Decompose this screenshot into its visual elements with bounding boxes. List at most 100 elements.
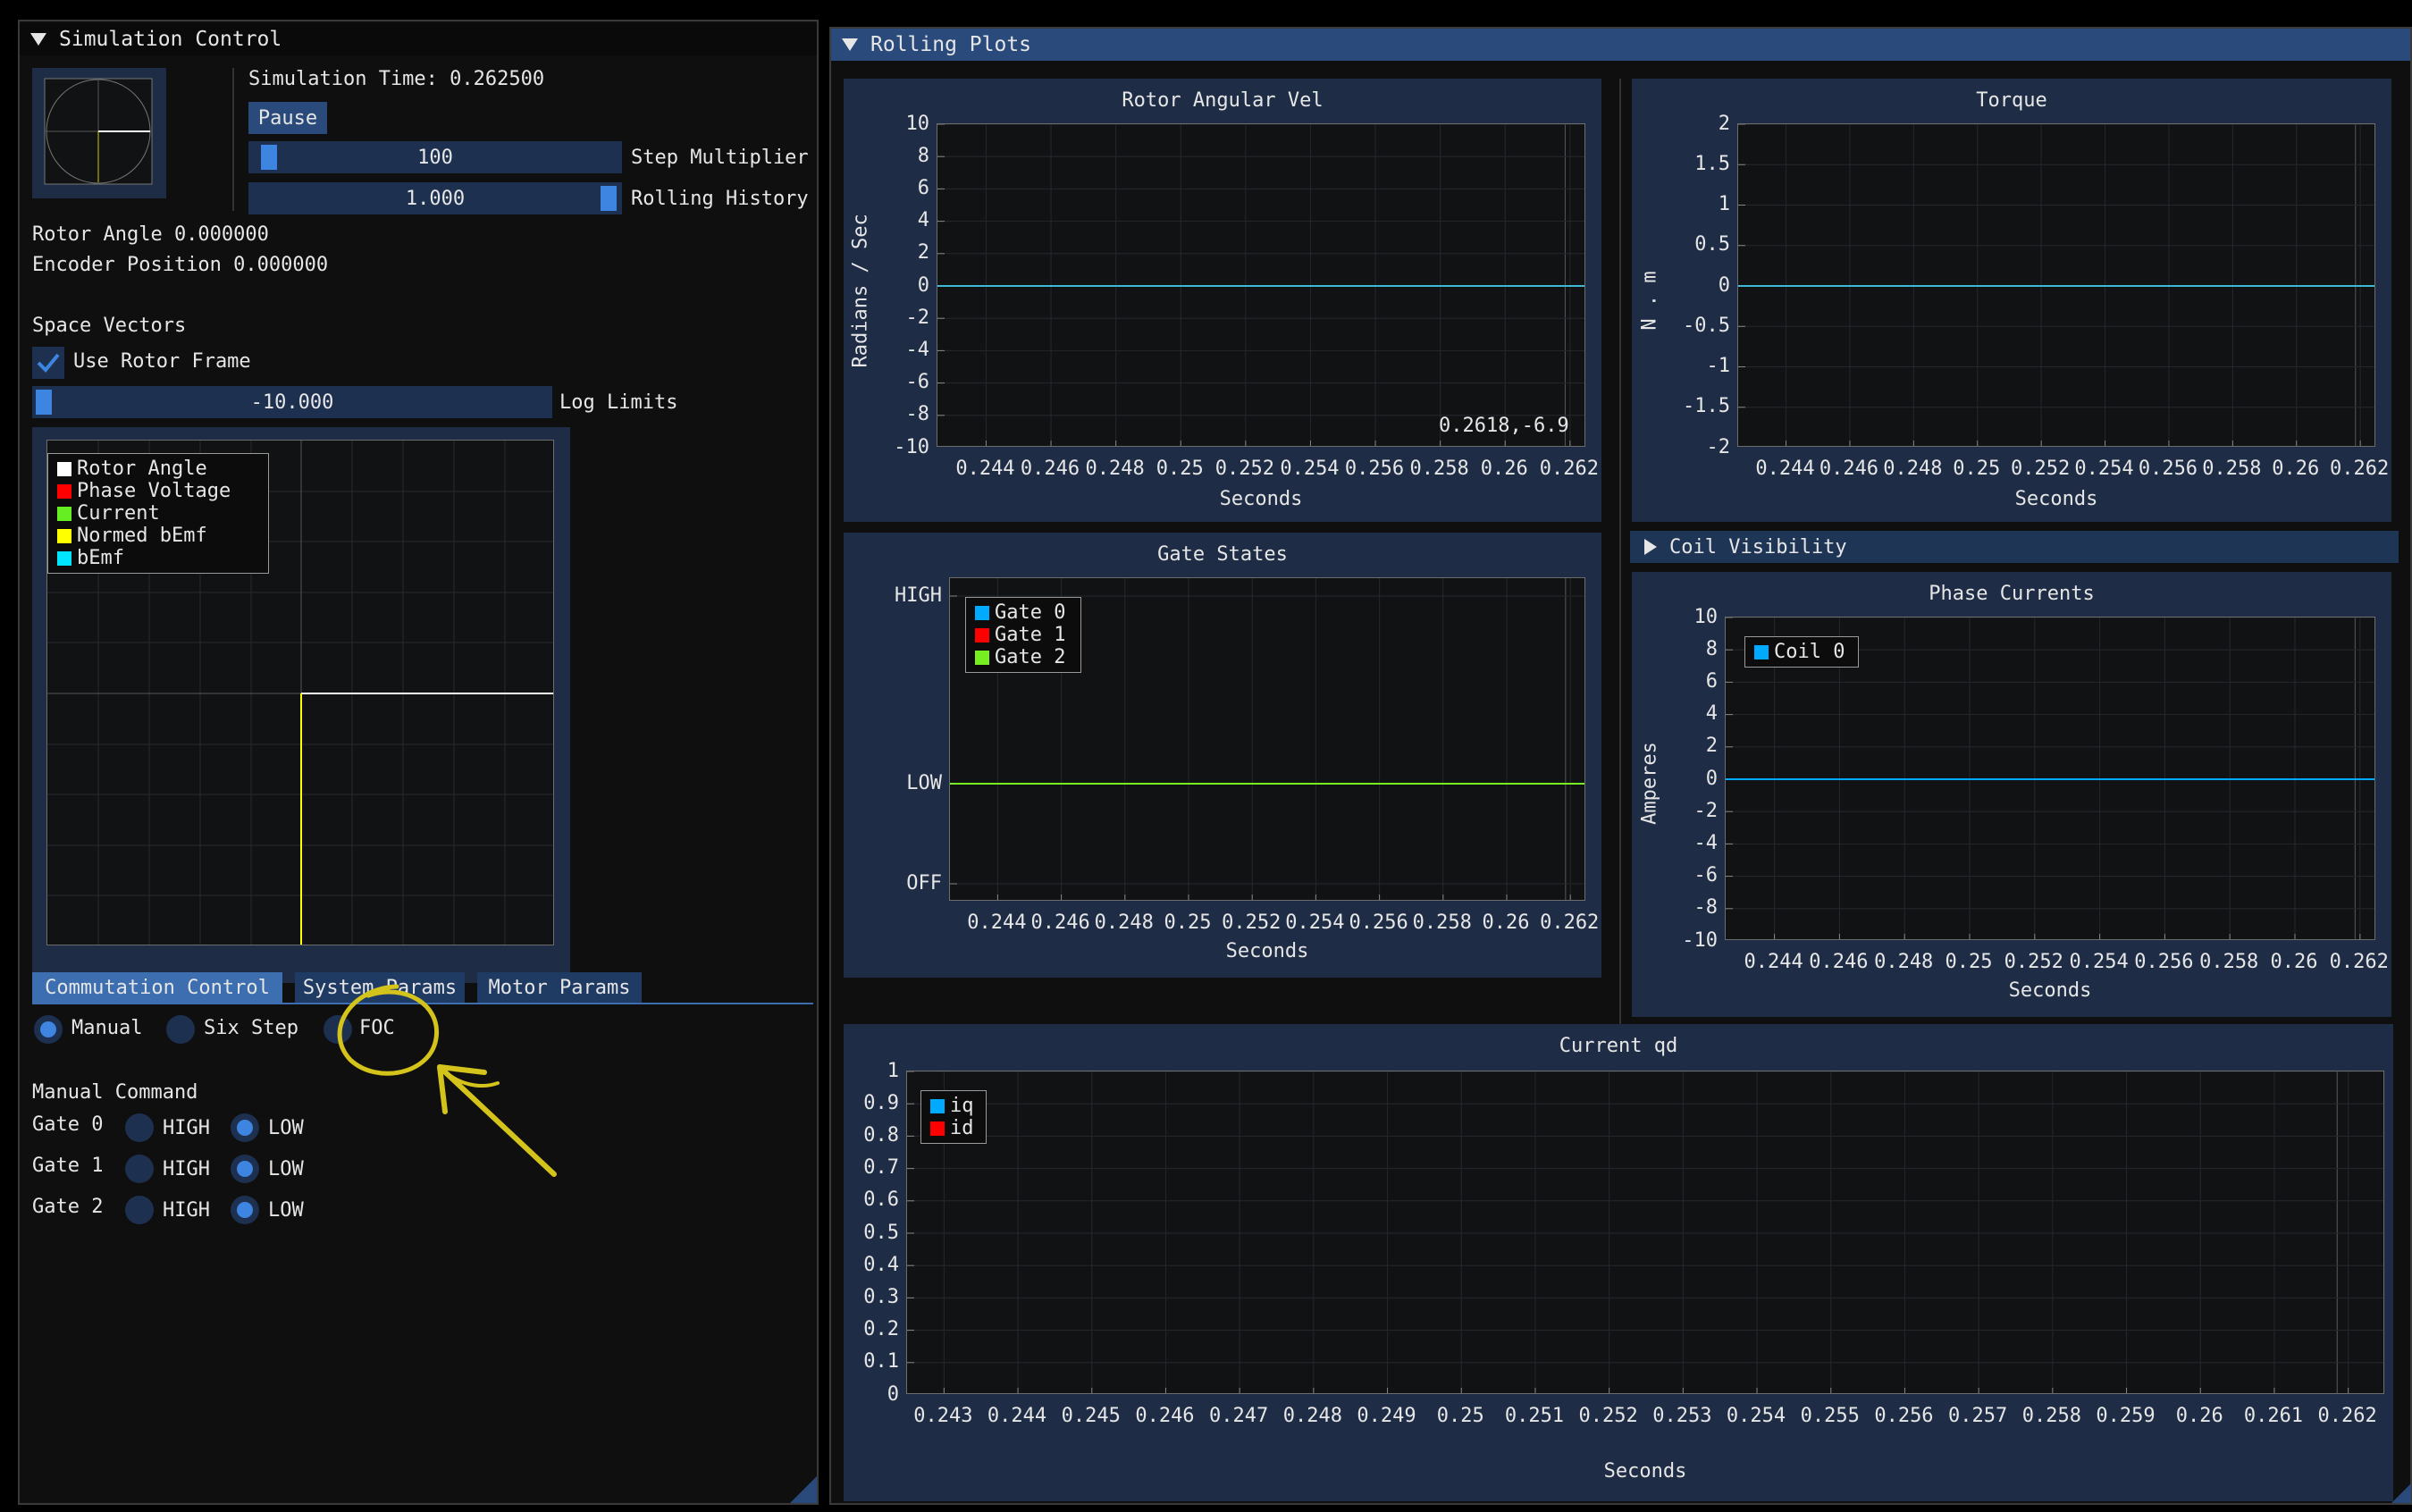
legend-entry[interactable]: Gate 2 — [975, 646, 1072, 668]
y-tick-label: -10 — [894, 435, 929, 458]
gate-2-label: Gate 2 — [32, 1196, 104, 1218]
y-tick-label: 0.1 — [863, 1350, 899, 1373]
x-tick-label: 0.258 — [1412, 911, 1472, 934]
y-tick-label: 1 — [887, 1059, 899, 1082]
annotation-arrow-icon — [337, 984, 557, 1177]
collapse-triangle-icon[interactable] — [842, 38, 858, 51]
y-tick-label: 0.9 — [863, 1091, 899, 1114]
tab-commutation-control[interactable]: Commutation Control — [32, 972, 282, 1003]
legend-swatch — [57, 461, 71, 476]
legend-entry[interactable]: Gate 0 — [975, 601, 1072, 624]
resize-grip-icon[interactable] — [790, 1476, 817, 1503]
y-tick-label: 2 — [917, 241, 929, 265]
log-limits-slider[interactable]: -10.000 — [32, 386, 552, 418]
plot-area[interactable] — [1737, 123, 2375, 447]
legend-entry[interactable]: iq — [930, 1095, 977, 1117]
y-tick-label: 1 — [1718, 193, 1730, 215]
x-tick-label: 0.248 — [1094, 911, 1154, 934]
rolling-history-slider[interactable]: 1.000 — [248, 182, 622, 214]
cursor-readout: 0.2618,-6.9 — [1439, 415, 1569, 437]
use-rotor-frame-checkbox[interactable] — [32, 347, 64, 379]
legend-entry[interactable]: Phase Voltage — [57, 480, 259, 502]
gate-2-low-radio[interactable] — [231, 1196, 259, 1224]
gate-1-high-radio[interactable] — [125, 1155, 154, 1183]
simulation-control-title: Simulation Control — [59, 28, 282, 51]
phase-currents-plot[interactable]: Phase Currents Amperes Coil 0 Seconds 0.… — [1632, 572, 2391, 1017]
gate-2-high-radio[interactable] — [125, 1196, 154, 1224]
x-tick-label: 0.252 — [2011, 458, 2071, 480]
space-vector-plot-area[interactable]: Rotor Angle Phase Voltage Current Normed… — [46, 440, 554, 945]
space-vector-legend: Rotor Angle Phase Voltage Current Normed… — [47, 453, 269, 574]
x-tick-label: 0.25 — [1945, 951, 1993, 973]
six-step-radio[interactable] — [166, 1015, 195, 1044]
x-tick-label: 0.258 — [2021, 1405, 2081, 1427]
step-multiplier-slider[interactable]: 100 — [248, 141, 622, 173]
rotor-angular-vel-plot[interactable]: Rotor Angular Vel Radians / Sec 0.2618,-… — [844, 79, 1601, 522]
expand-triangle-icon[interactable] — [1644, 539, 1657, 555]
x-tick-label: 0.254 — [1726, 1405, 1786, 1427]
legend-entry[interactable]: Coil 0 — [1754, 641, 1849, 663]
pause-button[interactable]: Pause — [248, 102, 327, 134]
rotor-preview-thumbnail — [32, 68, 166, 198]
x-tick-label: 0.252 — [1214, 458, 1274, 480]
y-tick-label: 0.6 — [863, 1189, 899, 1212]
coil-visibility-header[interactable]: Coil Visibility — [1630, 531, 2399, 563]
legend-swatch — [57, 528, 71, 543]
resize-grip-icon[interactable] — [2391, 1483, 2411, 1503]
y-tick-label: 0 — [887, 1382, 899, 1406]
x-axis-label: Seconds — [2008, 979, 2092, 1002]
y-tick-label: -2 — [905, 306, 930, 329]
manual-radio[interactable] — [34, 1015, 63, 1044]
plot-area[interactable] — [906, 1071, 2384, 1394]
x-tick-label: 0.262 — [2317, 1405, 2377, 1427]
x-tick-label: 0.259 — [2096, 1405, 2156, 1427]
x-tick-label: 0.256 — [2138, 458, 2198, 480]
legend-swatch — [57, 506, 71, 521]
plot-area[interactable] — [937, 123, 1585, 447]
legend-entry[interactable]: Rotor Angle — [57, 458, 259, 480]
legend-entry[interactable]: Normed bEmf — [57, 525, 259, 547]
y-tick-label: -4 — [905, 338, 930, 361]
y-tick-label: 6 — [1705, 669, 1718, 693]
x-tick-label: 0.246 — [1020, 458, 1080, 480]
y-tick-label: -6 — [1693, 864, 1719, 887]
simulation-control-titlebar[interactable]: Simulation Control — [20, 23, 817, 55]
y-tick-label: -4 — [1693, 831, 1719, 854]
gate-states-plot[interactable]: Gate States Gate 0 Gate 1 Gate 2 Seconds… — [844, 533, 1601, 978]
x-tick-label: 0.244 — [955, 458, 1015, 480]
collapse-triangle-icon[interactable] — [30, 33, 46, 46]
legend-entry[interactable]: bEmf — [57, 547, 259, 569]
gate-2-high-label: HIGH — [163, 1199, 210, 1222]
space-vector-plot[interactable]: Rotor Angle Phase Voltage Current Normed… — [32, 427, 570, 983]
simulation-time-label: Simulation Time: 0.262500 — [248, 68, 545, 90]
gate-1-high-label: HIGH — [163, 1158, 210, 1180]
current-qd-plot[interactable]: Current qd iq id Seconds 0.243 0.244 0.245… — [844, 1024, 2393, 1501]
legend-entry[interactable]: Gate 1 — [975, 624, 1072, 646]
x-tick-label: 0.248 — [1085, 458, 1145, 480]
manual-command-heading: Manual Command — [32, 1081, 198, 1104]
torque-plot[interactable]: Torque N . m Seconds 0.244 0.246 0.248 0.25… — [1632, 79, 2391, 522]
rolling-plots-titlebar[interactable]: Rolling Plots — [831, 29, 2410, 61]
y-tick-label: 4 — [917, 209, 929, 232]
gate-1-label: Gate 1 — [32, 1155, 104, 1177]
x-tick-label: 0.244 — [987, 1405, 1047, 1427]
x-tick-label: 0.252 — [2004, 951, 2063, 973]
legend-entry[interactable]: id — [930, 1117, 977, 1139]
x-tick-label: 0.246 — [1819, 458, 1879, 480]
y-tick-label: 0 — [1705, 767, 1718, 790]
x-tick-label: 0.26 — [2272, 458, 2320, 480]
legend-entry[interactable]: Current — [57, 502, 259, 525]
rolling-history-value: 1.000 — [405, 187, 466, 210]
gate-2-low-label: LOW — [268, 1199, 304, 1222]
gate-0-low-radio[interactable] — [231, 1113, 259, 1142]
y-tick-label: -2 — [1693, 799, 1719, 822]
x-tick-label: 0.246 — [1135, 1405, 1195, 1427]
space-vectors-heading: Space Vectors — [32, 315, 187, 337]
x-axis-label: Seconds — [1225, 940, 1309, 962]
gate-1-low-radio[interactable] — [231, 1155, 259, 1183]
y-tick-label: -6 — [905, 371, 930, 394]
x-tick-label: 0.25 — [1953, 458, 2001, 480]
x-tick-label: 0.254 — [1280, 458, 1340, 480]
x-tick-label: 0.248 — [1874, 951, 1934, 973]
gate-0-high-radio[interactable] — [125, 1113, 154, 1142]
